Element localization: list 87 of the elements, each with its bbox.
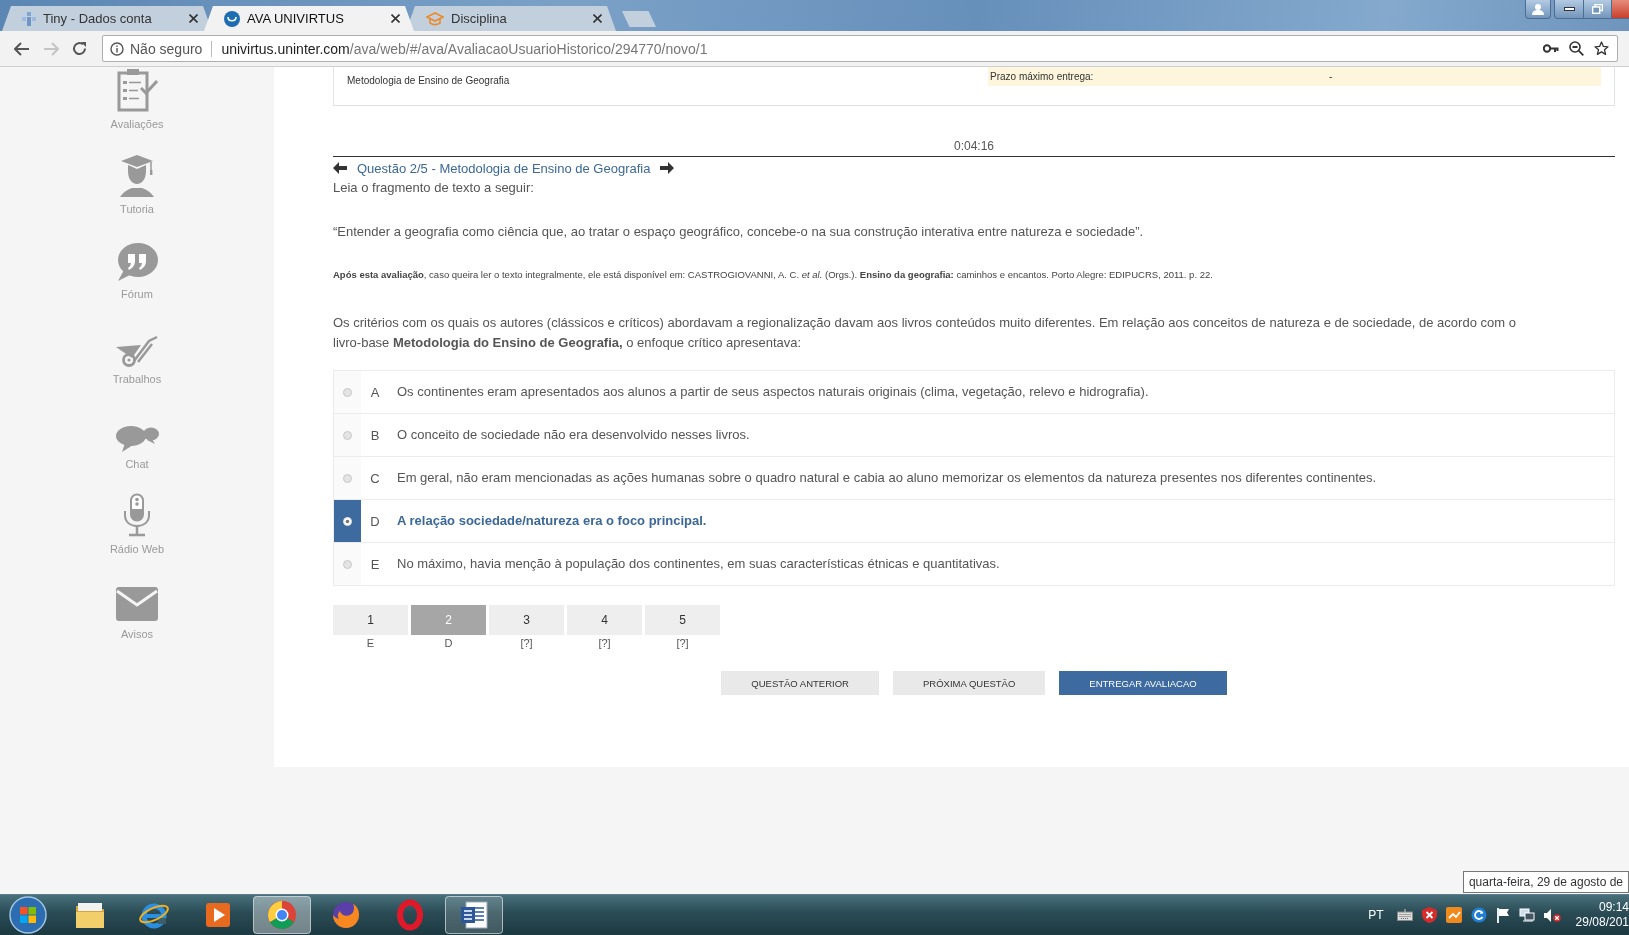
question-number-button[interactable]: 1 — [333, 605, 408, 635]
timer-text: 0:04:16 — [953, 139, 994, 153]
star-icon[interactable] — [1594, 41, 1609, 56]
question-answer: [?] — [597, 636, 612, 651]
option-text[interactable]: Em geral, não eram mencionadas as ações humanas sobre o quadro natural e cabia ao aluno memorizar os elementos da natureza presentes nos diferentes continentes. — [389, 457, 1614, 499]
instruction-text: Leia o fragmento de texto a seguir: — [333, 179, 535, 197]
action-button[interactable]: ENTREGAR AVALIACAO — [1059, 671, 1227, 695]
option-letter: D — [369, 512, 381, 531]
arrow-left-icon[interactable] — [333, 162, 347, 174]
close-icon[interactable] — [593, 14, 602, 23]
question-answer: D — [443, 636, 454, 651]
close-icon[interactable] — [189, 14, 198, 23]
question-number-button[interactable]: 4 — [567, 605, 642, 635]
clipboard-check-icon — [116, 68, 158, 112]
radio-icon — [343, 559, 352, 569]
reload-icon[interactable] — [72, 41, 87, 56]
option-letter: C — [369, 469, 381, 488]
user-button[interactable] — [1525, 0, 1551, 19]
deadline-value: - — [1329, 71, 1334, 82]
quote-bubble-icon — [116, 242, 158, 282]
discipline-name: Metodologia de Ensino de Geografia — [346, 74, 511, 87]
restore-button[interactable] — [1584, 0, 1612, 19]
network-icon[interactable] — [1518, 908, 1535, 922]
language-indicator[interactable]: PT — [1368, 908, 1384, 922]
option-text[interactable]: A relação sociedade/natureza era o foco principal. — [389, 500, 1614, 542]
radio-button[interactable] — [334, 414, 361, 456]
start-orb-icon[interactable] — [9, 896, 47, 934]
radio-icon — [343, 516, 352, 526]
graduation-cap-icon — [426, 11, 444, 26]
person-icon — [1532, 3, 1544, 15]
address-field[interactable]: Não seguro univirtus.uninter.com/ava/web/#/ava/AvaliacaoUsuarioHistorico/294770/novo/1 — [102, 35, 1618, 62]
quote-text: “Entender a geografia como ciência que, ao tratar o espaço geográfico, concebe-o na sua construção interativa entre natureza e sociedade”. — [333, 223, 1145, 241]
radio-button[interactable] — [334, 457, 361, 499]
browser-tab[interactable]: AVA UNIVIRTUS — [204, 6, 414, 31]
radio-button[interactable] — [334, 500, 361, 542]
flag-icon[interactable] — [1495, 907, 1510, 923]
document-icon[interactable] — [445, 896, 503, 934]
envelope-icon — [115, 586, 159, 622]
shield-x-icon[interactable] — [1421, 907, 1437, 923]
close-icon[interactable] — [391, 14, 400, 23]
question-title: Questão 2/5 - Metodologia de Ensino de Geografia — [357, 160, 651, 176]
question-answer: [?] — [675, 636, 690, 651]
security-indicator[interactable]: Não seguro — [110, 40, 203, 57]
option-letter: A — [369, 383, 381, 402]
radio-button[interactable] — [334, 543, 361, 585]
key-icon[interactable] — [1543, 44, 1559, 53]
question-answer: E — [365, 636, 376, 651]
line-chart-icon[interactable] — [1445, 907, 1462, 923]
microphone-icon — [122, 493, 152, 537]
question-number-button[interactable]: 3 — [489, 605, 564, 635]
back-icon[interactable] — [14, 41, 30, 56]
circle-logo-icon[interactable] — [253, 896, 311, 934]
clock-date[interactable]: 29/08/201 — [1575, 915, 1629, 930]
zoom-out-icon[interactable] — [1569, 41, 1584, 56]
minimize-icon — [1563, 7, 1575, 11]
flame-globe-icon[interactable] — [330, 899, 362, 931]
reference-text: Após esta avaliação, caso queira ler o texto integralmente, ele está disponível em: CASTROGIOVANNI, A. C. et al. (Orgs.). Ensino da geografia: caminhos e encantos. Porto Alegre: EDIPUCRS, 2011. p. 22. — [333, 268, 1214, 282]
deadline-label: Prazo máximo entrega: — [990, 71, 1095, 82]
url-text[interactable]: univirtus.uninter.com/ava/web/#/ava/AvaliacaoUsuarioHistorico/294770/novo/1 — [221, 40, 708, 57]
option-letter: E — [369, 555, 381, 574]
arrow-right-icon[interactable] — [660, 162, 675, 174]
date-tooltip: quarta-feira, 29 de agosto de — [1462, 871, 1629, 893]
radio-icon — [343, 430, 352, 440]
action-button[interactable]: PRÓXIMA QUESTÃO — [892, 671, 1046, 695]
question-text: Os critérios com os quais os autores (clássicos e críticos) abordavam a regionalização davam aos livros conteúdos muito diferentes. Em relação aos conceitos de natureza e de sociedade, de acordo com o livro-base Metodologia do Ensino de Geografia, o enfoque crítico apresentava: — [333, 314, 1517, 352]
volume-muted-icon[interactable] — [1543, 907, 1561, 923]
option-text[interactable]: O conceito de sociedade não era desenvolvido nesses livros. — [389, 414, 1614, 456]
favicon-icon — [22, 11, 36, 26]
question-answer: [?] — [519, 636, 534, 651]
clock-time[interactable]: 09:14 — [1598, 900, 1629, 915]
chat-bubbles-icon — [115, 424, 159, 452]
wheelbarrow-icon — [115, 335, 159, 367]
restore-icon — [1592, 4, 1603, 14]
keyboard-icon[interactable] — [1396, 909, 1413, 921]
info-icon — [110, 41, 124, 56]
option-letter: B — [369, 426, 381, 445]
minimize-button[interactable] — [1554, 0, 1584, 19]
action-button[interactable]: QUESTÃO ANTERIOR — [721, 671, 879, 695]
circle-logo-icon — [224, 10, 240, 27]
radio-icon — [343, 473, 352, 483]
option-text[interactable]: No máximo, havia menção à população dos continentes, em suas características étnicas e quantitativas. — [389, 543, 1614, 585]
radio-icon — [343, 387, 352, 397]
radio-button[interactable] — [334, 371, 361, 413]
question-number-button[interactable]: 5 — [645, 605, 720, 635]
graduate-icon — [118, 153, 156, 197]
sync-icon[interactable] — [1470, 907, 1487, 923]
option-text[interactable]: Os continentes eram apresentados aos alunos a partir de seus aspectos naturais originais (clima, vegetação, relevo e hidrografia). — [389, 371, 1614, 413]
